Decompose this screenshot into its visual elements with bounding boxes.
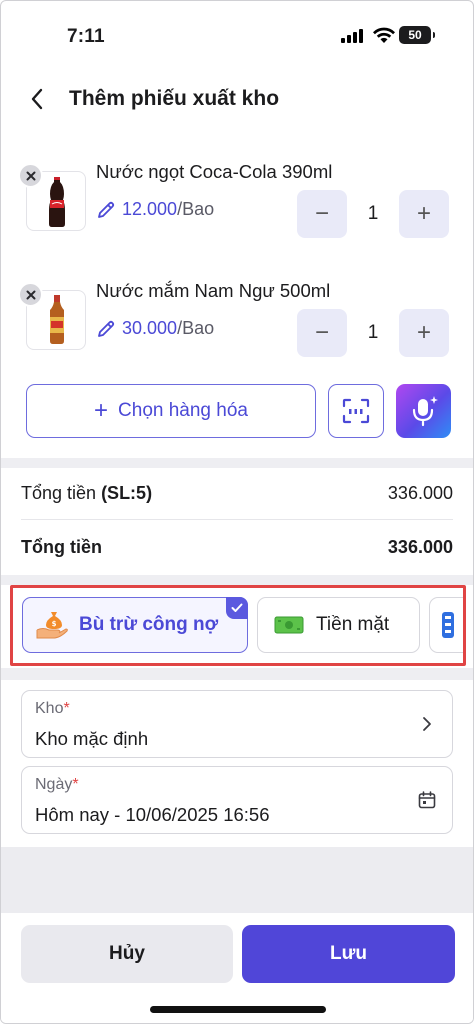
- warehouse-value: Kho mặc định: [35, 728, 149, 749]
- total-row: Tổng tiền 336.000: [21, 520, 453, 574]
- quantity-value[interactable]: 1: [347, 203, 399, 225]
- section-divider: [1, 575, 473, 585]
- status-bar: 7:11 50: [1, 1, 473, 65]
- product-item: Nước ngọt Coca-Cola 390ml 12.000 /Bao − …: [1, 149, 473, 259]
- choose-product-button[interactable]: + Chọn hàng hóa: [26, 384, 316, 438]
- required-mark: *: [63, 700, 70, 717]
- payment-icon: [442, 612, 454, 638]
- subtotal-label-wrap: Tổng tiền (SL:5): [21, 483, 152, 504]
- battery-icon: 50: [399, 26, 435, 44]
- decrease-qty-button[interactable]: −: [297, 190, 347, 238]
- action-row: + Chọn hàng hóa: [26, 383, 451, 439]
- subtotal-value: 336.000: [387, 483, 453, 503]
- chevron-left-icon: [31, 88, 43, 110]
- quantity-stepper: − 1 +: [297, 190, 449, 238]
- remove-item-button[interactable]: [18, 282, 43, 307]
- price-row[interactable]: 30.000 /Bao: [96, 318, 214, 339]
- warehouse-field[interactable]: Kho* Kho mặc định: [21, 690, 453, 758]
- chevron-right-icon: [416, 713, 438, 735]
- pencil-icon: [98, 320, 115, 337]
- product-item: Nước mắm Nam Ngư 500ml 30.000 /Bao − 1 +: [1, 268, 473, 378]
- total-value: 336.000: [387, 536, 453, 557]
- payment-method-cash[interactable]: Tiền mặt: [257, 597, 420, 653]
- date-label-wrap: Ngày*: [35, 776, 79, 794]
- product-unit: /Bao: [177, 199, 215, 219]
- subtotal-row: Tổng tiền (SL:5) 336.000: [21, 468, 453, 520]
- date-field[interactable]: Ngày* Hôm nay - 10/06/2025 16:56: [21, 766, 453, 834]
- quantity-summary: (SL:5): [101, 483, 153, 503]
- wifi-icon: [373, 27, 395, 43]
- payment-method-debt-offset[interactable]: $ Bù trừ công nợ: [22, 597, 248, 653]
- decrease-qty-button[interactable]: −: [297, 309, 347, 357]
- payment-methods: $ Bù trừ công nợ Tiền mặt: [10, 585, 466, 666]
- increase-qty-button[interactable]: +: [399, 309, 449, 357]
- signal-icon: [341, 28, 363, 43]
- cancel-button[interactable]: Hủy: [21, 925, 233, 983]
- section-divider: [1, 668, 473, 680]
- svg-text:$: $: [52, 620, 57, 628]
- pencil-icon: [98, 201, 115, 218]
- calendar-icon: [416, 789, 438, 811]
- home-indicator: [150, 1006, 326, 1013]
- totals-section: Tổng tiền (SL:5) 336.000 Tổng tiền 336.0…: [21, 468, 453, 574]
- selected-check-icon: [226, 597, 248, 619]
- plus-icon: +: [94, 397, 109, 424]
- date-value: Hôm nay - 10/06/2025 16:56: [35, 804, 270, 825]
- subtotal-label: Tổng tiền: [21, 483, 102, 503]
- product-name: Nước mắm Nam Ngư 500ml: [96, 280, 331, 301]
- payment-method-label: Bù trừ công nợ: [79, 614, 219, 635]
- product-price: 12.000: [122, 199, 178, 219]
- back-button[interactable]: [21, 83, 53, 115]
- voice-ai-button[interactable]: [396, 384, 451, 438]
- product-unit: /Bao: [177, 318, 215, 338]
- warehouse-label: Kho: [35, 700, 64, 717]
- close-icon: [26, 290, 35, 299]
- choose-product-label: Chọn hàng hóa: [118, 400, 248, 421]
- spacer-area: [1, 847, 473, 913]
- total-label: Tổng tiền: [21, 536, 102, 557]
- hand-money-bag-icon: $: [36, 612, 68, 639]
- product-name: Nước ngọt Coca-Cola 390ml: [96, 161, 333, 182]
- page-title: Thêm phiếu xuất kho: [69, 87, 280, 110]
- save-button[interactable]: Lưu: [242, 925, 455, 983]
- increase-qty-button[interactable]: +: [399, 190, 449, 238]
- payment-method-label: Tiền mặt: [316, 614, 390, 635]
- page-header: Thêm phiếu xuất kho: [1, 75, 473, 125]
- quantity-stepper: − 1 +: [297, 309, 449, 357]
- payment-method-more[interactable]: [429, 597, 463, 653]
- quantity-value[interactable]: 1: [347, 322, 399, 344]
- product-price: 30.000: [122, 318, 178, 338]
- date-label: Ngày: [35, 776, 73, 793]
- section-divider: [1, 458, 473, 468]
- close-icon: [26, 171, 35, 180]
- cash-icon: [274, 616, 304, 634]
- app-frame: 7:11 50 Thêm phiếu xuất kho Nước ngọt Co…: [0, 0, 474, 1024]
- barcode-scan-icon: [342, 398, 370, 424]
- microphone-sparkle-icon: [412, 396, 438, 427]
- required-mark: *: [72, 776, 79, 793]
- warehouse-label-wrap: Kho*: [35, 700, 70, 718]
- bottom-bar: Hủy Lưu: [1, 913, 473, 1023]
- status-time: 7:11: [67, 26, 105, 47]
- scan-barcode-button[interactable]: [328, 384, 384, 438]
- price-row[interactable]: 12.000 /Bao: [96, 199, 214, 220]
- remove-item-button[interactable]: [18, 163, 43, 188]
